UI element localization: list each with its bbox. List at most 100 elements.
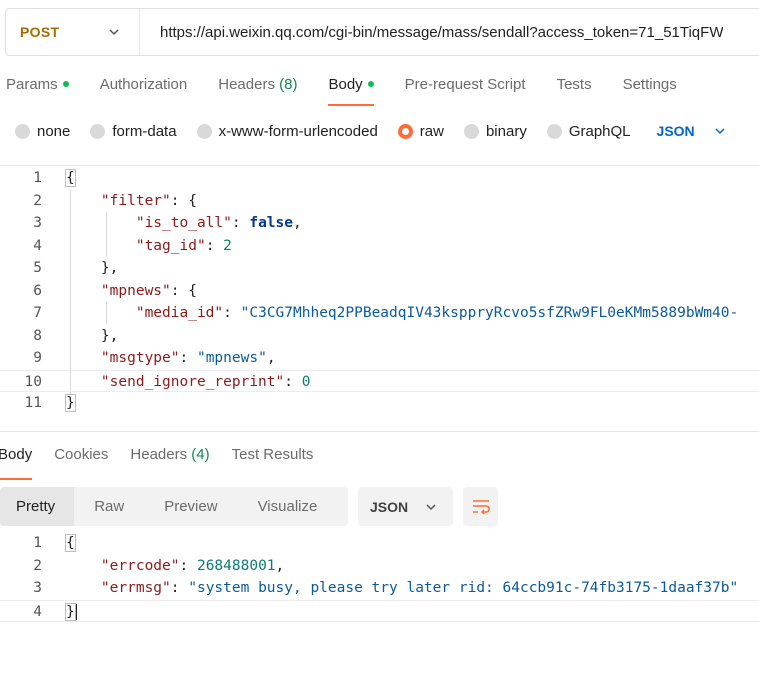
json-value: 0 (301, 373, 311, 390)
tab-test-results[interactable]: Test Results (232, 446, 314, 472)
json-value: "system busy, please try later rid: 64cc… (188, 580, 739, 596)
code-line: 8 }, (0, 325, 759, 348)
request-tabs: Params Authorization Headers (8) Body Pr… (0, 70, 708, 106)
url-input[interactable]: https://api.weixin.qq.com/cgi-bin/messag… (140, 24, 723, 41)
line-number: 4 (33, 237, 42, 254)
code-line: 3 "is_to_all": false, (0, 212, 759, 235)
wrap-lines-button[interactable] (463, 487, 498, 526)
divider (0, 431, 759, 432)
tab-label: Params (6, 76, 58, 93)
radio-graphql[interactable]: GraphQL (546, 123, 631, 140)
tab-tests[interactable]: Tests (557, 70, 592, 106)
line-number: 8 (33, 327, 42, 344)
response-body-editor[interactable]: 1{ 2 "errcode": 268488001, 3 "errmsg": "… (0, 532, 759, 622)
json-key: "tag_id" (135, 237, 206, 254)
json-value: false (249, 215, 293, 231)
json-key: "media_id" (135, 305, 224, 321)
body-type-options: none form-data x-www-form-urlencoded raw… (15, 120, 727, 142)
code-line-current: 10 "send_ignore_reprint": 0 (0, 369, 759, 392)
json-key: "send_ignore_reprint" (100, 373, 285, 390)
json-key: "mpnews" (100, 282, 171, 299)
radio-button[interactable] (196, 123, 212, 139)
tab-body[interactable]: Body (328, 70, 374, 106)
chevron-down-icon (715, 128, 725, 135)
radio-none[interactable]: none (15, 123, 70, 140)
tab-authorization[interactable]: Authorization (100, 70, 188, 106)
request-body-editor[interactable]: 1{ 2 "filter": { 3 "is_to_all": false, 4… (0, 167, 759, 415)
line-number: 9 (33, 350, 42, 366)
json-value: "C3CG7Mhheq2PPBeadqIV43ksppryRcvo5sfZRw9… (240, 305, 739, 321)
line-number: 3 (33, 215, 42, 231)
body-language-select[interactable]: JSON (657, 123, 727, 139)
radio-button[interactable] (546, 123, 562, 139)
tab-label: Pre-request Script (404, 76, 526, 93)
radio-button[interactable] (90, 123, 106, 139)
json-key: "msgtype" (100, 350, 180, 366)
status-dot (367, 81, 374, 88)
json-key: "filter" (100, 192, 171, 209)
tab-pre-request-script[interactable]: Pre-request Script (405, 70, 526, 106)
line-number: 7 (33, 305, 42, 321)
view-raw-button[interactable]: Raw (74, 487, 144, 526)
tab-headers[interactable]: Headers (8) (218, 70, 297, 106)
code-line: 2 "filter": { (0, 190, 759, 213)
radio-raw[interactable]: raw (397, 122, 444, 140)
code-line: 4 "tag_id": 2 (0, 235, 759, 258)
code-line: 1{ (0, 532, 759, 555)
view-pretty-button[interactable]: Pretty (0, 487, 75, 526)
brace: { (65, 534, 76, 552)
tab-params[interactable]: Params (6, 70, 69, 106)
response-tabs: Body Cookies Headers (4) Test Results (0, 446, 335, 480)
json-value: "mpnews" (196, 350, 267, 366)
divider (0, 165, 759, 166)
code-line: 7 "media_id": "C3CG7Mhheq2PPBeadqIV43ksp… (0, 302, 759, 325)
line-number: 10 (24, 373, 42, 390)
radio-button-selected[interactable] (397, 123, 413, 139)
chevron-down-icon (109, 29, 119, 36)
line-number: 4 (33, 603, 42, 620)
code-line-current: 4} (0, 599, 759, 622)
line-number: 2 (33, 192, 42, 209)
json-key: "errcode" (100, 557, 180, 574)
code-line: 5 }, (0, 257, 759, 280)
code-line: 3 "errmsg": "system busy, please try lat… (0, 577, 759, 600)
tab-label: Authorization (99, 76, 188, 93)
radio-label: binary (485, 122, 527, 140)
radio-form-data[interactable]: form-data (90, 122, 177, 140)
json-key: "is_to_all" (135, 215, 232, 231)
method-select[interactable]: POST (6, 9, 140, 55)
response-view-toggle: Pretty Raw Preview Visualize (0, 487, 348, 526)
radio-button[interactable] (15, 123, 30, 139)
tab-settings[interactable]: Settings (623, 70, 677, 106)
tab-label: Headers (218, 76, 275, 93)
radio-label: x-www-form-urlencoded (218, 122, 378, 140)
tab-label: Tests (556, 76, 592, 93)
tab-label: Body (0, 446, 33, 463)
code-line: 2 "errcode": 268488001, (0, 555, 759, 578)
code-line: 9 "msgtype": "mpnews", (0, 347, 759, 370)
json-value: 268488001 (196, 557, 276, 574)
tab-response-headers[interactable]: Headers (4) (130, 446, 209, 472)
view-preview-button[interactable]: Preview (144, 487, 237, 526)
tab-label: Headers (130, 446, 188, 463)
tab-cookies[interactable]: Cookies (54, 446, 108, 472)
status-dot (62, 81, 69, 88)
brace: } (65, 602, 76, 621)
tab-response-body[interactable]: Body (0, 446, 33, 480)
format-label: JSON (370, 498, 409, 515)
line-number: 5 (33, 260, 42, 276)
wrap-lines-icon (472, 499, 490, 515)
radio-button[interactable] (463, 123, 479, 139)
code-line: 1{ (0, 167, 759, 190)
response-format-select[interactable]: JSON (358, 487, 453, 526)
radio-binary[interactable]: binary (463, 122, 527, 140)
view-visualize-button[interactable]: Visualize (238, 487, 338, 526)
line-number: 3 (33, 580, 42, 596)
radio-x-www-form-urlencoded[interactable]: x-www-form-urlencoded (196, 122, 378, 140)
radio-label: form-data (112, 122, 177, 140)
json-key: "errmsg" (100, 580, 171, 596)
radio-label: raw (419, 122, 444, 140)
tab-count: (4) (191, 446, 210, 463)
line-number: 2 (33, 557, 42, 574)
brace: } (65, 394, 76, 412)
